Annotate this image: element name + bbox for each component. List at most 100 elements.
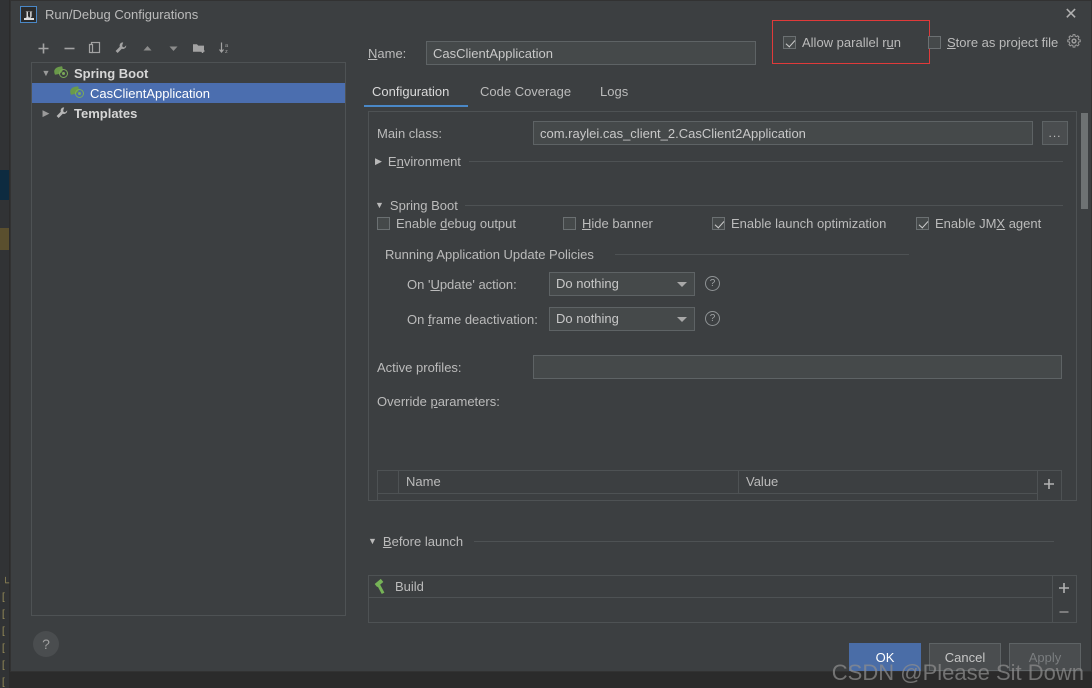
checkbox-icon[interactable] <box>563 217 576 230</box>
enable-launch-optimization-checkbox[interactable]: Enable launch optimization <box>712 216 886 231</box>
checkbox-icon[interactable] <box>916 217 929 230</box>
checkbox-icon[interactable] <box>783 36 796 49</box>
column-header-name[interactable]: Name <box>398 471 746 493</box>
tree-node-spring-boot[interactable]: ▼ Spring Boot <box>32 63 345 83</box>
section-divider <box>474 541 1054 542</box>
tab-code-coverage[interactable]: Code Coverage <box>472 77 579 105</box>
override-parameters-label: Override parameters: <box>377 394 500 409</box>
scrollbar-thumb[interactable] <box>1081 113 1088 209</box>
move-down-button[interactable] <box>161 37 185 59</box>
before-launch-task-row[interactable]: Build <box>369 576 1052 598</box>
on-update-action-label: On 'Update' action: <box>407 277 517 292</box>
environment-section-header[interactable]: ▶ Environment <box>375 154 461 169</box>
checkbox-icon[interactable] <box>712 217 725 230</box>
main-class-input[interactable] <box>533 121 1033 145</box>
active-profiles-input[interactable] <box>533 355 1062 379</box>
ide-code-bracket: [ <box>2 677 5 688</box>
checkbox-icon[interactable] <box>377 217 390 230</box>
remove-parameter-button[interactable] <box>1038 497 1060 500</box>
before-launch-task-list[interactable]: Build <box>368 575 1053 623</box>
tab-configuration[interactable]: Configuration <box>364 77 457 105</box>
chevron-down-icon[interactable] <box>677 282 687 287</box>
content-scrollbar[interactable] <box>1080 113 1089 499</box>
sort-alphabetically-button[interactable]: a z <box>213 37 237 59</box>
before-launch-task-label: Build <box>395 579 424 594</box>
environment-section-label: Environment <box>387 154 461 169</box>
allow-parallel-run-label: Allow parallel run <box>802 35 902 50</box>
chevron-right-icon[interactable]: ▶ <box>375 157 382 166</box>
configuration-right-pane: Name: Allow parallel run Store as projec… <box>356 20 1091 671</box>
chevron-down-icon[interactable]: ▼ <box>375 201 384 210</box>
hide-banner-label: Hide banner <box>582 216 653 231</box>
chevron-down-icon[interactable]: ▼ <box>38 68 54 78</box>
ide-code-bracket: [ <box>2 592 5 603</box>
tree-node-label: CasClientApplication <box>90 85 210 101</box>
checkbox-icon[interactable] <box>928 36 941 49</box>
svg-text:z: z <box>225 49 228 55</box>
new-folder-button[interactable] <box>187 37 211 59</box>
table-body: No parameters added. Add parameter (Alt+… <box>378 494 1037 500</box>
configuration-content-panel: Main class: ... ▶ Environment ▼ Spring B… <box>368 111 1077 501</box>
move-up-button[interactable] <box>135 37 159 59</box>
hide-banner-checkbox[interactable]: Hide banner <box>563 216 653 231</box>
browse-main-class-button[interactable]: ... <box>1042 121 1068 145</box>
spring-boot-section-label: Spring Boot <box>389 198 458 213</box>
chevron-right-icon[interactable]: ▶ <box>38 108 54 119</box>
tab-label: Configuration <box>372 83 450 99</box>
configurations-toolbar: a z <box>31 37 237 59</box>
active-profiles-label: Active profiles: <box>377 360 462 375</box>
remove-task-button[interactable] <box>1053 600 1075 624</box>
parameters-side-toolbar <box>1038 470 1062 500</box>
section-divider <box>465 205 1063 206</box>
enable-jmx-agent-checkbox[interactable]: Enable JMX agent <box>916 216 1041 231</box>
spring-boot-section-header[interactable]: ▼ Spring Boot <box>375 198 458 213</box>
remove-configuration-button[interactable] <box>57 37 81 59</box>
on-update-action-combo[interactable]: Do nothing <box>549 272 695 296</box>
on-frame-deactivation-help-icon[interactable]: ? <box>705 311 720 326</box>
on-frame-deactivation-label: On frame deactivation: <box>407 312 538 327</box>
column-header-value[interactable]: Value <box>738 471 1045 493</box>
tab-label: Logs <box>600 83 629 99</box>
tab-logs[interactable]: Logs <box>592 77 636 105</box>
spring-boot-icon <box>69 86 85 100</box>
ide-code-bracket: └ <box>2 578 10 589</box>
chevron-down-icon[interactable] <box>677 317 687 322</box>
tree-node-casclientapplication[interactable]: CasClientApplication <box>32 83 345 103</box>
tree-node-templates[interactable]: ▶ Templates <box>32 103 345 123</box>
on-frame-deactivation-combo[interactable]: Do nothing <box>549 307 695 331</box>
spring-boot-icon <box>53 66 69 80</box>
active-tab-indicator <box>364 105 468 107</box>
group-divider <box>615 254 909 255</box>
configurations-tree[interactable]: ▼ Spring Boot CasClientApplication ▶ Tem… <box>31 62 346 616</box>
on-update-help-icon[interactable]: ? <box>705 276 720 291</box>
chevron-down-icon[interactable]: ▼ <box>368 537 377 546</box>
edit-templates-wrench-icon[interactable] <box>109 37 133 59</box>
gear-icon[interactable] <box>1067 34 1081 51</box>
before-launch-section-header[interactable]: ▼ Before launch <box>368 534 463 549</box>
section-divider <box>469 161 1063 162</box>
tab-label: Code Coverage <box>480 83 572 99</box>
override-parameters-table[interactable]: Name Value No parameters added. Add para… <box>377 470 1038 500</box>
allow-parallel-run-checkbox[interactable]: Allow parallel run <box>783 35 901 50</box>
configurations-left-pane: a z ▼ Spring Boot CasClientApplication ▶… <box>11 29 356 671</box>
close-icon[interactable]: ✕ <box>1061 5 1081 25</box>
add-configuration-button[interactable] <box>31 37 55 59</box>
tree-node-label: Spring Boot <box>74 65 149 81</box>
watermark: CSDN @Please Sit Down <box>831 660 1084 685</box>
enable-jmx-agent-label: Enable JMX agent <box>935 216 1042 231</box>
store-as-project-file-checkbox[interactable]: Store as project file <box>928 35 1058 50</box>
add-parameter-button[interactable] <box>1038 471 1060 497</box>
intellij-idea-icon: IJ <box>20 6 37 23</box>
copy-configuration-button[interactable] <box>83 37 107 59</box>
before-launch-side-toolbar <box>1053 575 1077 623</box>
name-label-rest: ame: <box>377 46 407 61</box>
enable-launch-optimization-label: Enable launch optimization <box>731 216 887 231</box>
configuration-tabs: Configuration Code Coverage Logs <box>360 77 1091 107</box>
enable-debug-output-checkbox[interactable]: Enable debug output <box>377 216 516 231</box>
help-button[interactable]: ? <box>33 631 59 657</box>
add-task-button[interactable] <box>1053 576 1075 600</box>
ide-marker-warning <box>0 228 9 250</box>
build-hammer-icon <box>374 578 389 594</box>
browse-button-label: ... <box>1048 126 1062 140</box>
configuration-name-input[interactable] <box>426 41 756 65</box>
